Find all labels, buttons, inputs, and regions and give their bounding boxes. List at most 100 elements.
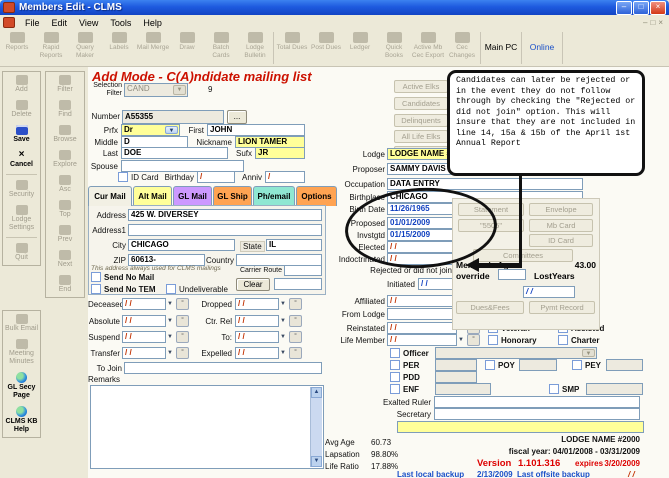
sidebar-filter-button[interactable]: Filter [46, 72, 84, 97]
toolbar-ledger[interactable]: Ledger [343, 30, 377, 66]
chevron-down-icon[interactable]: ▼ [165, 331, 175, 343]
carrier-route-field[interactable] [284, 265, 322, 276]
override-field[interactable] [498, 269, 526, 280]
life-member-field[interactable]: / / [387, 334, 457, 346]
to-join-field[interactable] [124, 362, 322, 374]
selection-filter-combo[interactable]: CAND▼ [124, 83, 188, 97]
clear-button[interactable]: Clear [236, 278, 270, 291]
sidebar-browse-button[interactable]: Browse [46, 122, 84, 147]
smp-field[interactable] [586, 383, 643, 395]
absolute-field[interactable]: / / [122, 315, 166, 327]
chevron-down-icon[interactable]: ▼ [165, 347, 175, 359]
dues-fees-button[interactable]: Dues&Fees [456, 301, 524, 314]
menu-help[interactable]: Help [137, 17, 168, 29]
sidebar-save-button[interactable]: Save [3, 122, 40, 147]
poy-field[interactable] [519, 359, 557, 371]
statement-button[interactable]: Statement [458, 203, 524, 216]
proposed-field[interactable]: 01/01/2009 [387, 217, 457, 229]
per-field[interactable] [435, 359, 477, 371]
date-picker-icon[interactable]: ° [289, 347, 302, 359]
pey-field[interactable] [606, 359, 643, 371]
affiliated-field[interactable]: / / [387, 295, 457, 307]
sidebar-delete-button[interactable]: Delete [3, 97, 40, 122]
active-elks-button[interactable]: Active Elks [394, 80, 448, 93]
transfer-field[interactable]: / / [122, 347, 166, 359]
toolbar-reports[interactable]: Reports [0, 30, 34, 66]
poy-checkbox[interactable] [485, 360, 495, 370]
toolbar-query-maker[interactable]: Query Maker [68, 30, 102, 66]
toolbar-total-dues[interactable]: Total Dues [275, 30, 309, 66]
expelled-field[interactable]: / / [235, 347, 279, 359]
highlight-bar-field[interactable] [397, 421, 644, 433]
occupation-field[interactable]: DATA ENTRY [387, 178, 583, 190]
enf-checkbox[interactable] [390, 384, 400, 394]
pdd-checkbox[interactable] [390, 372, 400, 382]
lost-years-field[interactable]: / / [523, 286, 575, 298]
elected-field[interactable]: / / [387, 241, 457, 253]
scrollbar[interactable]: ▲ ▼ [310, 387, 322, 467]
birth-date-field[interactable]: 11/26/1965 [387, 203, 457, 215]
sidebar-find-button[interactable]: Find [46, 97, 84, 122]
chevron-down-icon[interactable]: ▼ [278, 298, 288, 310]
last-name-field[interactable]: DOE [121, 147, 228, 159]
minimize-icon[interactable]: – [616, 1, 632, 15]
toolbar-rapid-reports[interactable]: Rapid Reports [34, 30, 68, 66]
browse-number-button[interactable]: ... [227, 110, 247, 124]
tab-alt-mail[interactable]: Alt Mail [133, 186, 172, 206]
sidebar-asc-button[interactable]: Asc [46, 172, 84, 197]
toolbar-active-mb-cec-export[interactable]: Active Mb Cec Export [411, 30, 445, 66]
invstgtd-field[interactable]: 01/15/2009 [387, 229, 457, 241]
officer-combo[interactable]: ▼ [435, 347, 597, 359]
toolbar-batch-cards[interactable]: Batch Cards [204, 30, 238, 66]
chevron-down-icon[interactable]: ▼ [456, 334, 466, 346]
exalted-ruler-field[interactable] [434, 396, 640, 408]
envelope-button[interactable]: Envelope [529, 203, 593, 216]
all-life-elks-button[interactable]: All Life Elks [394, 130, 448, 143]
enf-field[interactable] [435, 383, 491, 395]
chevron-down-icon[interactable]: ▼ [278, 315, 288, 327]
toolbar-online[interactable]: Online [523, 30, 561, 66]
sidebar-next-button[interactable]: Next [46, 247, 84, 272]
toolbar-post-dues[interactable]: Post Dues [309, 30, 343, 66]
remarks-textarea[interactable]: ▲ ▼ [90, 385, 324, 469]
mdi-restore-icon[interactable]: □ [650, 18, 655, 27]
deceased-field[interactable]: / / [122, 298, 166, 310]
secretary-field[interactable] [434, 408, 640, 420]
mdi-close-icon[interactable]: × [658, 18, 663, 27]
tab-gl-ship[interactable]: GL Ship [213, 186, 252, 206]
first-name-field[interactable]: JOHN [207, 124, 305, 136]
city-field[interactable]: CHICAGO [128, 239, 235, 251]
menu-edit[interactable]: Edit [46, 17, 74, 29]
tab-gl-mail[interactable]: GL Mail [173, 186, 212, 206]
pey-checkbox[interactable] [572, 360, 582, 370]
toolbar-mail-merge[interactable]: Mail Merge [136, 30, 170, 66]
sidebar-meeting-minutes-button[interactable]: Meeting Minutes [3, 336, 40, 369]
date-picker-icon[interactable]: ° [467, 334, 480, 346]
chevron-down-icon[interactable]: ▼ [165, 298, 175, 310]
address1-field[interactable] [128, 224, 322, 236]
id-card-checkbox[interactable] [118, 172, 128, 182]
number-field[interactable]: A55355 [122, 110, 224, 124]
scroll-up-icon[interactable]: ▲ [311, 387, 322, 398]
scroll-down-icon[interactable]: ▼ [311, 456, 322, 467]
toolbar-quick-books[interactable]: Quick Books [377, 30, 411, 66]
state-field[interactable]: IL [266, 239, 322, 251]
reinstated-field[interactable]: / / [387, 322, 457, 334]
suspend-field[interactable]: / / [122, 331, 166, 343]
address-field[interactable]: 425 W. DIVERSEY [128, 209, 322, 221]
toolbar-labels[interactable]: Labels [102, 30, 136, 66]
charter-checkbox[interactable] [558, 335, 568, 345]
sidebar-gl-secy-page-button[interactable]: GL Secy Page [3, 369, 40, 403]
honorary-checkbox[interactable] [488, 335, 498, 345]
indoctrinated-field[interactable]: / / [387, 253, 457, 265]
sidebar-top-button[interactable]: Top [46, 197, 84, 222]
sidebar-explore-button[interactable]: Explore [46, 147, 84, 172]
restore-icon[interactable]: □ [633, 1, 649, 15]
sidebar-cancel-button[interactable]: ×Cancel [3, 147, 40, 172]
sidebar-prev-button[interactable]: Prev [46, 222, 84, 247]
dropped-field[interactable]: / / [235, 298, 279, 310]
sidebar-quit-button[interactable]: Quit [3, 240, 40, 265]
btn-5505[interactable]: "5505" [458, 219, 524, 232]
toolbar-draw[interactable]: Draw [170, 30, 204, 66]
chevron-down-icon[interactable]: ▼ [278, 331, 288, 343]
